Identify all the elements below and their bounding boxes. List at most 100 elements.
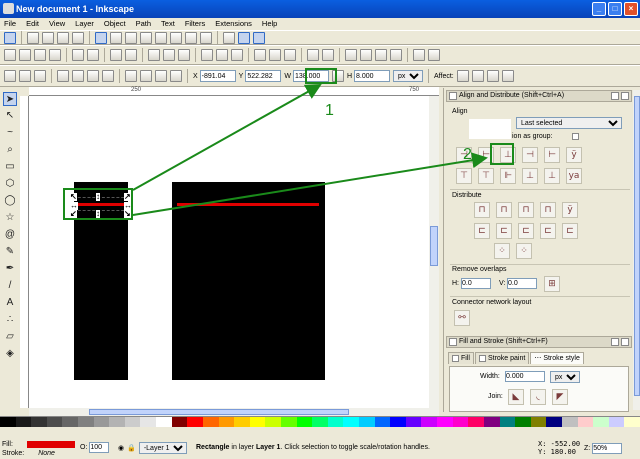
flip-horizontal-icon[interactable] — [87, 70, 99, 82]
snap-bbox-midpoint-icon[interactable] — [72, 31, 84, 44]
menu-help[interactable]: Help — [262, 18, 277, 30]
open-icon[interactable] — [19, 49, 31, 61]
menu-view[interactable]: View — [49, 18, 65, 30]
lower-to-bottom-icon[interactable] — [170, 70, 182, 82]
preferences-icon[interactable] — [413, 49, 425, 61]
spray-tool-icon[interactable]: ∴ — [3, 313, 17, 327]
align-panel-close-icon[interactable] — [621, 92, 629, 100]
clone-icon[interactable] — [269, 49, 281, 61]
affect-pattern-icon[interactable] — [501, 70, 514, 82]
ellipse-tool-icon[interactable]: ◯ — [3, 194, 17, 208]
horizontal-scrollbar[interactable] — [29, 408, 439, 416]
align-baseline-text-icon[interactable]: ÿ — [566, 147, 582, 163]
tab-fill[interactable]: Fill — [448, 352, 474, 364]
unlink-clone-icon[interactable] — [284, 49, 296, 61]
group-icon[interactable] — [307, 49, 319, 61]
calligraphy-tool-icon[interactable]: / — [3, 279, 17, 293]
snap-intersections-icon[interactable] — [125, 31, 137, 44]
unit-select[interactable]: px — [393, 70, 424, 82]
align-top-edges-icon[interactable]: ⊤ — [478, 168, 494, 184]
affect-gradient-icon[interactable] — [486, 70, 499, 82]
tab-stroke-style[interactable]: ⋯ Stroke style — [530, 352, 584, 364]
overlap-h-input[interactable] — [461, 278, 491, 289]
distribute-gaps-v-icon[interactable]: ⊏ — [540, 223, 556, 239]
treat-as-group-checkbox[interactable] — [572, 133, 579, 140]
snap-nodes-icon[interactable] — [95, 31, 107, 44]
selector-tool-icon[interactable]: ➤ — [3, 92, 17, 106]
y-input[interactable] — [245, 70, 282, 82]
center-on-horizontal-axis-icon[interactable]: ⊩ — [500, 168, 516, 184]
ungroup-icon[interactable] — [322, 49, 334, 61]
stroke-width-unit-select[interactable]: px — [550, 371, 580, 383]
raise-to-top-icon[interactable] — [125, 70, 137, 82]
zoom-input[interactable] — [592, 443, 623, 454]
align-baseline-icon[interactable]: ya — [566, 168, 582, 184]
text-font-icon[interactable] — [360, 49, 372, 61]
text-tool-icon[interactable]: A — [3, 296, 17, 310]
connector-layout-icon[interactable]: ⚯ — [454, 310, 470, 326]
align-bottom-edges-icon[interactable]: ⊥ — [522, 168, 538, 184]
tab-stroke-paint[interactable]: Stroke paint — [474, 352, 530, 364]
randomize-centers-icon[interactable]: ⁘ — [494, 243, 510, 259]
snap-page-icon[interactable] — [223, 31, 235, 44]
menu-filters[interactable]: Filters — [185, 18, 205, 30]
distribute-gaps-h-icon[interactable]: ⊓ — [540, 202, 556, 218]
opacity-input[interactable] — [89, 442, 110, 453]
snap-guide-icon[interactable] — [253, 31, 265, 44]
layer-select[interactable]: -Layer 1 — [138, 442, 187, 454]
paint-bucket-tool-icon[interactable]: ◈ — [3, 347, 17, 361]
join-miter-icon[interactable]: ◣ — [508, 389, 524, 405]
vertical-scroll-thumb[interactable] — [430, 226, 438, 266]
snap-grid-icon[interactable] — [238, 31, 250, 44]
remove-overlaps-icon[interactable]: ⊞ — [544, 276, 560, 292]
xml-editor-icon[interactable] — [375, 49, 387, 61]
zoom-tool-icon[interactable]: ⌕ — [3, 143, 17, 157]
document-properties-icon[interactable] — [428, 49, 440, 61]
rotate-cw-icon[interactable] — [72, 70, 84, 82]
close-button[interactable]: × — [624, 2, 638, 16]
snap-paths-icon[interactable] — [110, 31, 122, 44]
snap-bbox-corner-icon[interactable] — [57, 31, 69, 44]
align-bottom-to-top-icon[interactable]: ⊤ — [456, 168, 472, 184]
snap-cusp-icon[interactable] — [140, 31, 152, 44]
red-line-right[interactable] — [177, 203, 319, 206]
snap-toggle-icon[interactable] — [4, 31, 16, 44]
join-bevel-icon[interactable]: ◤ — [552, 389, 568, 405]
menu-text[interactable]: Text — [161, 18, 175, 30]
eraser-tool-icon[interactable]: ▱ — [3, 330, 17, 344]
horizontal-scroll-thumb[interactable] — [89, 409, 349, 415]
menu-edit[interactable]: Edit — [26, 18, 39, 30]
layer-lock-icon[interactable]: 🔒 — [127, 444, 136, 452]
tweak-tool-icon[interactable]: ~ — [3, 126, 17, 140]
join-round-icon[interactable]: ◟ — [530, 389, 546, 405]
select-all-layers-icon[interactable] — [19, 70, 31, 82]
select-all-icon[interactable] — [4, 70, 16, 82]
dock-scroll-thumb[interactable] — [634, 96, 640, 396]
h-input[interactable] — [354, 70, 391, 82]
zoom-page-icon[interactable] — [231, 49, 243, 61]
save-icon[interactable] — [34, 49, 46, 61]
maximize-button[interactable]: □ — [608, 2, 622, 16]
menu-layer[interactable]: Layer — [75, 18, 94, 30]
export-icon[interactable] — [87, 49, 99, 61]
affect-stroke-icon[interactable] — [456, 70, 469, 82]
deselect-icon[interactable] — [34, 70, 46, 82]
fill-stroke-minimize-icon[interactable] — [611, 338, 619, 346]
copy-icon[interactable] — [148, 49, 160, 61]
affect-corners-icon[interactable] — [471, 70, 484, 82]
align-right-edges-icon[interactable]: ⊣ — [522, 147, 538, 163]
raise-icon[interactable] — [140, 70, 152, 82]
print-icon[interactable] — [49, 49, 61, 61]
fill-stroke-close-icon[interactable] — [621, 338, 629, 346]
new-document-icon[interactable] — [4, 49, 16, 61]
rotate-ccw-icon[interactable] — [57, 70, 69, 82]
align-distribute-icon[interactable] — [390, 49, 402, 61]
pen-tool-icon[interactable]: ✒ — [3, 262, 17, 276]
snap-smooth-icon[interactable] — [155, 31, 167, 44]
pencil-tool-icon[interactable]: ✎ — [3, 245, 17, 259]
snap-bbox-edge-icon[interactable] — [42, 31, 54, 44]
distribute-baselines-h-icon[interactable]: ÿ — [562, 202, 578, 218]
align-panel-minimize-icon[interactable] — [611, 92, 619, 100]
overlap-v-input[interactable] — [507, 278, 537, 289]
drawing-canvas[interactable]: ↖ ↕ ↗ ↔ ↔ ↙ ↕ ↘ — [29, 96, 429, 408]
